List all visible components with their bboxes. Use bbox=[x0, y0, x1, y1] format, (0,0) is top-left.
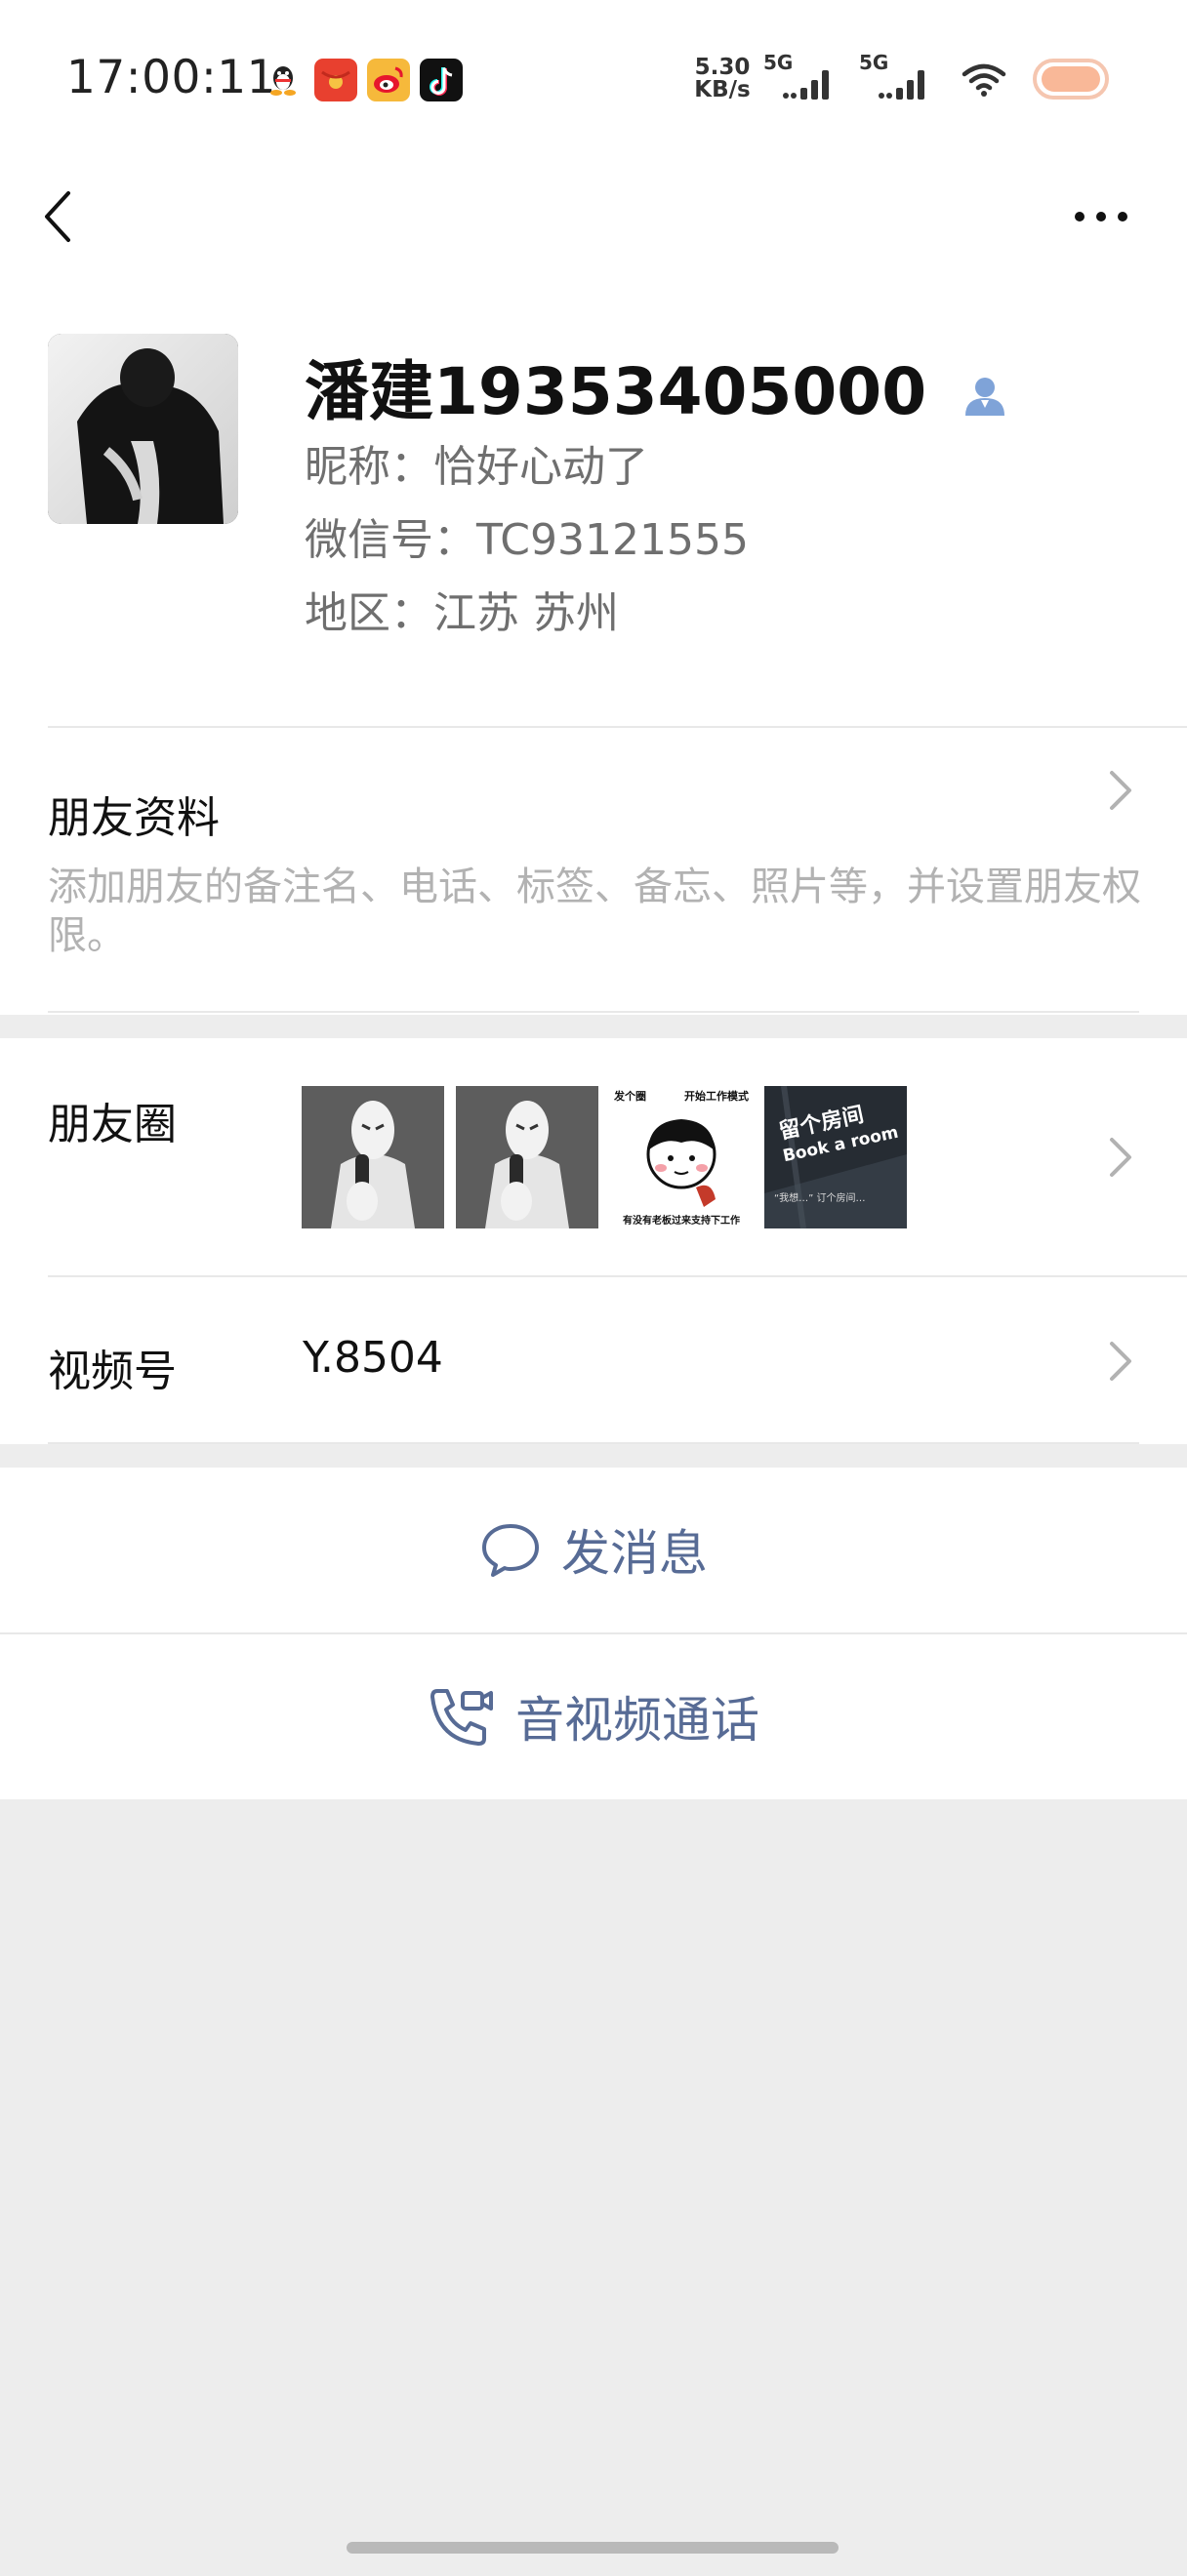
more-dots-icon bbox=[1075, 212, 1127, 221]
signal-1-icon bbox=[781, 64, 838, 101]
nickname: 昵称：恰好心动了 bbox=[305, 442, 648, 492]
chevron-right-icon bbox=[1108, 1340, 1133, 1383]
region: 地区：江苏 苏州 bbox=[305, 588, 619, 638]
more-button[interactable] bbox=[1072, 205, 1134, 228]
photo-caption: 有没有老板过来支持下工作 bbox=[623, 1216, 740, 1227]
home-indicator[interactable] bbox=[347, 2542, 839, 2554]
network-speed-unit: KB/s bbox=[694, 77, 751, 102]
qq-icon bbox=[262, 59, 305, 101]
wechat-id: 微信号：TC93121555 bbox=[305, 515, 749, 565]
battery-icon bbox=[1033, 59, 1109, 100]
moments-photo-4[interactable]: 留个房间 Book a room “我想…” 订个房间… bbox=[764, 1086, 907, 1228]
channels-row[interactable]: 视频号 Y.8504 bbox=[0, 1277, 1187, 1443]
friend-info-title: 朋友资料 bbox=[48, 793, 220, 843]
channels-value: Y.8504 bbox=[303, 1333, 443, 1383]
avatar[interactable] bbox=[48, 334, 238, 524]
phone-video-icon bbox=[428, 1685, 494, 1748]
nav-header bbox=[0, 146, 1187, 293]
section-gap bbox=[0, 1444, 1187, 1468]
chevron-left-icon bbox=[45, 191, 70, 242]
section-gap bbox=[0, 1015, 1187, 1038]
moments-photo-2[interactable] bbox=[456, 1086, 598, 1228]
contact-name: 潘建19353405000 bbox=[305, 354, 927, 429]
network-speed: 5.30 KB/s bbox=[693, 57, 752, 101]
douyin-icon bbox=[420, 59, 463, 101]
moments-photo-1[interactable] bbox=[302, 1086, 444, 1228]
chevron-right-icon bbox=[1108, 1136, 1133, 1179]
photo-caption: 开始工作模式 bbox=[684, 1090, 749, 1103]
video-call-button[interactable]: 音视频通话 bbox=[0, 1634, 1187, 1798]
channels-label: 视频号 bbox=[48, 1347, 177, 1396]
video-call-label: 音视频通话 bbox=[515, 1692, 759, 1749]
friend-info-description: 添加朋友的备注名、电话、标签、备忘、照片等，并设置朋友权限。 bbox=[48, 865, 1141, 958]
photo-caption: 发个圈 bbox=[614, 1090, 646, 1103]
contact-person-icon bbox=[962, 358, 1007, 433]
signal-2-icon bbox=[877, 64, 933, 101]
back-button[interactable] bbox=[39, 185, 78, 248]
red-envelope-icon bbox=[314, 59, 357, 101]
divider bbox=[48, 1011, 1139, 1013]
send-message-button[interactable]: 发消息 bbox=[0, 1468, 1187, 1631]
moments-label: 朋友圈 bbox=[48, 1100, 177, 1149]
weibo-icon bbox=[367, 59, 410, 101]
contact-name-row: 潘建19353405000 bbox=[305, 340, 1007, 433]
network-speed-value: 5.30 bbox=[694, 55, 751, 80]
wifi-icon bbox=[962, 62, 1006, 98]
chevron-right-icon bbox=[1108, 769, 1133, 812]
photo-caption: “我想…” 订个房间… bbox=[774, 1193, 866, 1204]
status-time: 17:00:11 bbox=[66, 51, 277, 104]
moments-photo-3[interactable]: 发个圈 开始工作模式 有没有老板过来支持下工作 bbox=[610, 1086, 753, 1228]
chat-bubble-icon bbox=[479, 1520, 542, 1579]
send-message-label: 发消息 bbox=[561, 1525, 708, 1582]
status-bar: 17:00:11 5.30 KB/s 5G 5G bbox=[0, 0, 1187, 146]
